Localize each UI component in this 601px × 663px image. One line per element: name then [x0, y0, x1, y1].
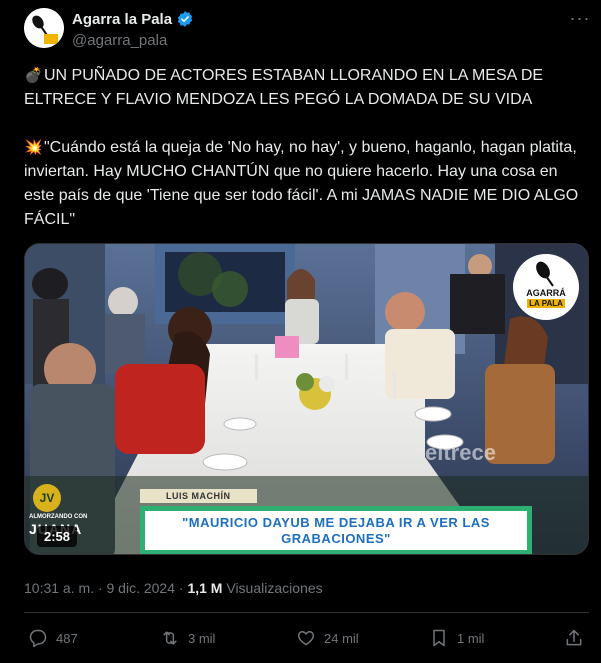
profile-avatar[interactable] [24, 8, 64, 48]
repost-icon [163, 631, 177, 645]
reply-count: 487 [56, 630, 78, 646]
account-handle[interactable]: @agarra_pala [72, 32, 167, 49]
tweet-paragraph-1: 💣UN PUÑADO DE ACTORES ESTABAN LLORANDO E… [24, 64, 584, 112]
share-button[interactable] [564, 622, 584, 654]
like-button[interactable]: 24 mil [296, 622, 359, 654]
video-duration: 2:58 [37, 526, 78, 547]
repost-button[interactable]: 3 mil [160, 622, 215, 654]
video-player[interactable]: eltrece AGARRÁ LA PALA JV ALMORZANDO CON… [24, 243, 589, 555]
lower-third-quote: "MAURICIO DAYUB ME DEJABA IR A VER LAS G… [140, 506, 532, 554]
reply-button[interactable]: 487 [28, 622, 78, 654]
bookmark-icon [433, 629, 445, 647]
repost-count: 3 mil [188, 630, 216, 646]
bookmark-button[interactable]: 1 mil [429, 622, 484, 654]
tweet-paragraph-2: 💥"Cuándo está la queja de 'No hay, no ha… [24, 136, 584, 232]
lower-third-caption: LUIS MACHÍN "MAURICIO DAYUB ME DEJABA IR… [140, 486, 532, 554]
agarra-la-pala-watermark: AGARRÁ LA PALA [513, 254, 579, 320]
views-count: 1,1 M [187, 580, 223, 596]
shovel-logo-icon [536, 261, 554, 287]
reply-icon [29, 629, 47, 648]
tweet-time[interactable]: 10:31 a. m. [24, 580, 94, 596]
bookmark-count: 1 mil [457, 630, 485, 646]
channel-watermark: eltrece [425, 440, 496, 465]
display-name[interactable]: Agarra la Pala [72, 11, 172, 28]
views-label: Visualizaciones [226, 580, 323, 596]
share-icon [566, 629, 582, 646]
collision-emoji-icon: 💥 [24, 139, 43, 156]
divider [24, 612, 589, 613]
shovel-logo-icon [24, 8, 64, 48]
more-options-icon[interactable]: ··· [568, 8, 592, 32]
verified-badge-icon [177, 11, 193, 27]
lower-third-name: LUIS MACHÍN [140, 489, 257, 503]
bomb-emoji-icon: 💣 [24, 67, 43, 84]
tweet-meta: 10:31 a. m. · 9 dic. 2024 · 1,1 M Visual… [24, 580, 323, 596]
action-bar: 487 3 mil 24 mil 1 mil [24, 622, 589, 654]
tweet-date[interactable]: 9 dic. 2024 [107, 580, 176, 596]
program-logo-badge: JV [33, 484, 61, 512]
like-count: 24 mil [324, 630, 359, 646]
heart-icon [297, 631, 315, 646]
tweet-text: 💣UN PUÑADO DE ACTORES ESTABAN LLORANDO E… [24, 64, 584, 232]
tweet: Agarra la Pala @agarra_pala ··· 💣UN PUÑA… [0, 0, 601, 663]
